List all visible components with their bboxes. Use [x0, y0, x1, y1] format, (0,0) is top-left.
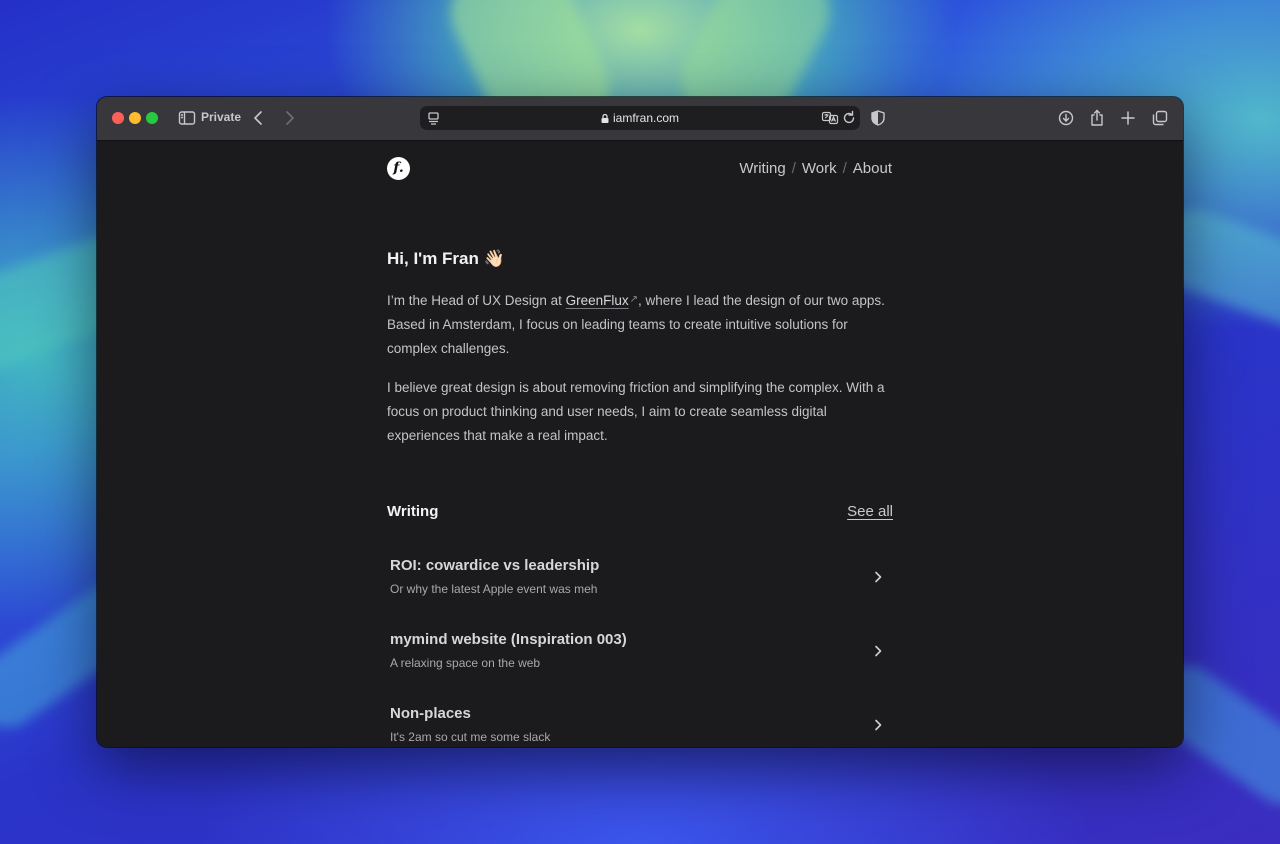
external-link-icon: ↗: [629, 294, 639, 305]
forward-icon[interactable]: [279, 108, 299, 128]
lock-icon: [601, 114, 609, 123]
back-icon[interactable]: [249, 108, 269, 128]
nav-separator: /: [791, 160, 796, 177]
post-list-item[interactable]: Non-places It's 2am so cut me some slack: [387, 703, 893, 747]
site-logo[interactable]: f.: [387, 157, 410, 180]
chevron-right-icon: [871, 570, 885, 584]
share-icon[interactable]: [1087, 108, 1107, 128]
reload-icon[interactable]: [839, 108, 859, 128]
post-title: ROI: cowardice vs leadership: [390, 557, 600, 574]
post-subtitle: A relaxing space on the web: [390, 656, 541, 670]
chevron-right-icon: [871, 644, 885, 658]
url-text: iamfran.com: [612, 111, 680, 125]
nav-about-link[interactable]: About: [853, 160, 892, 177]
site-nav: Writing / Work / About: [739, 160, 892, 177]
browser-window: Private iamfran.com f. Writing / Work / …: [97, 97, 1183, 747]
downloads-icon[interactable]: [1056, 108, 1076, 128]
post-list-item[interactable]: ROI: cowardice vs leadership Or why the …: [387, 555, 893, 615]
nav-work-link[interactable]: Work: [802, 160, 837, 177]
nav-writing-link[interactable]: Writing: [739, 160, 785, 177]
post-title: mymind website (Inspiration 003): [390, 631, 627, 648]
page-content: f. Writing / Work / About Hi, I'm Fran 👋🏻 I’…: [97, 141, 1183, 747]
private-label: Private: [201, 110, 242, 124]
minimize-window-button[interactable]: [129, 112, 141, 124]
sidebar-icon[interactable]: [177, 108, 197, 128]
post-list-item[interactable]: mymind website (Inspiration 003) A relax…: [387, 629, 893, 689]
url-display[interactable]: iamfran.com: [420, 111, 860, 125]
post-subtitle: It's 2am so cut me some slack: [390, 730, 551, 744]
page-title: Hi, I'm Fran 👋🏻: [387, 249, 505, 268]
post-title: Non-places: [390, 705, 471, 722]
privacy-shield-icon[interactable]: [868, 108, 888, 128]
philosophy-paragraph: I believe great design is about removing…: [387, 380, 885, 443]
intro-paragraph: I’m the Head of UX Design at GreenFlux↗,…: [387, 288, 892, 361]
address-bar[interactable]: iamfran.com: [420, 106, 860, 130]
greenflux-link[interactable]: GreenFlux: [566, 293, 629, 308]
browser-toolbar: Private iamfran.com: [97, 97, 1183, 141]
zoom-window-button[interactable]: [146, 112, 158, 124]
close-window-button[interactable]: [112, 112, 124, 124]
translate-icon[interactable]: [820, 108, 840, 128]
see-all-link[interactable]: See all: [847, 503, 893, 520]
tab-overview-icon[interactable]: [1150, 108, 1170, 128]
intro-text-start: I’m the Head of UX Design at: [387, 293, 566, 308]
post-subtitle: Or why the latest Apple event was meh: [390, 582, 598, 596]
new-tab-icon[interactable]: [1118, 108, 1138, 128]
nav-separator: /: [842, 160, 847, 177]
chevron-right-icon: [871, 718, 885, 732]
writing-section-title: Writing: [387, 503, 439, 520]
